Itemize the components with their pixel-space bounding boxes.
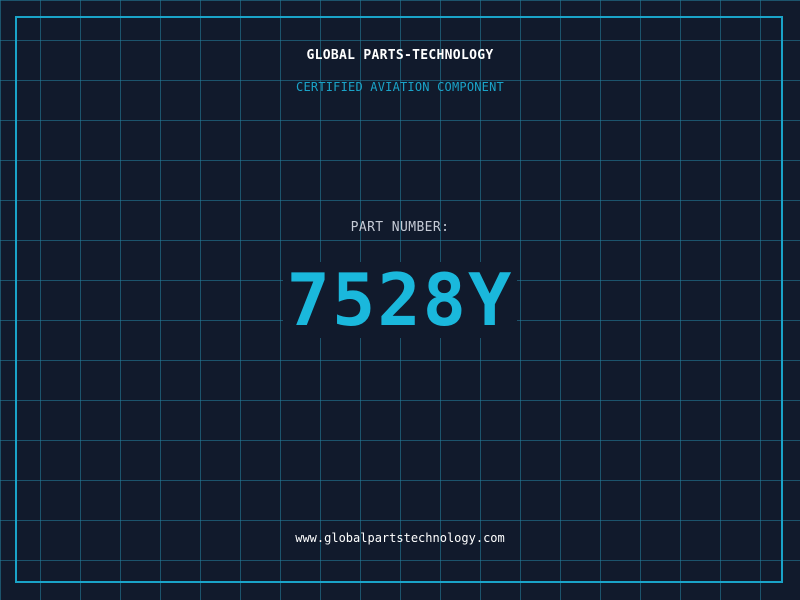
part-number-container: 7528Y [0,262,800,338]
website-url: www.globalpartstechnology.com [295,531,505,545]
label-canvas: GLOBAL PARTS-TECHNOLOGY CERTIFIED AVIATI… [0,0,800,600]
tagline: CERTIFIED AVIATION COMPONENT [296,80,504,94]
company-name: GLOBAL PARTS-TECHNOLOGY [306,48,494,63]
part-number-value: 7528Y [282,262,518,338]
part-number-label: PART NUMBER: [350,220,450,235]
